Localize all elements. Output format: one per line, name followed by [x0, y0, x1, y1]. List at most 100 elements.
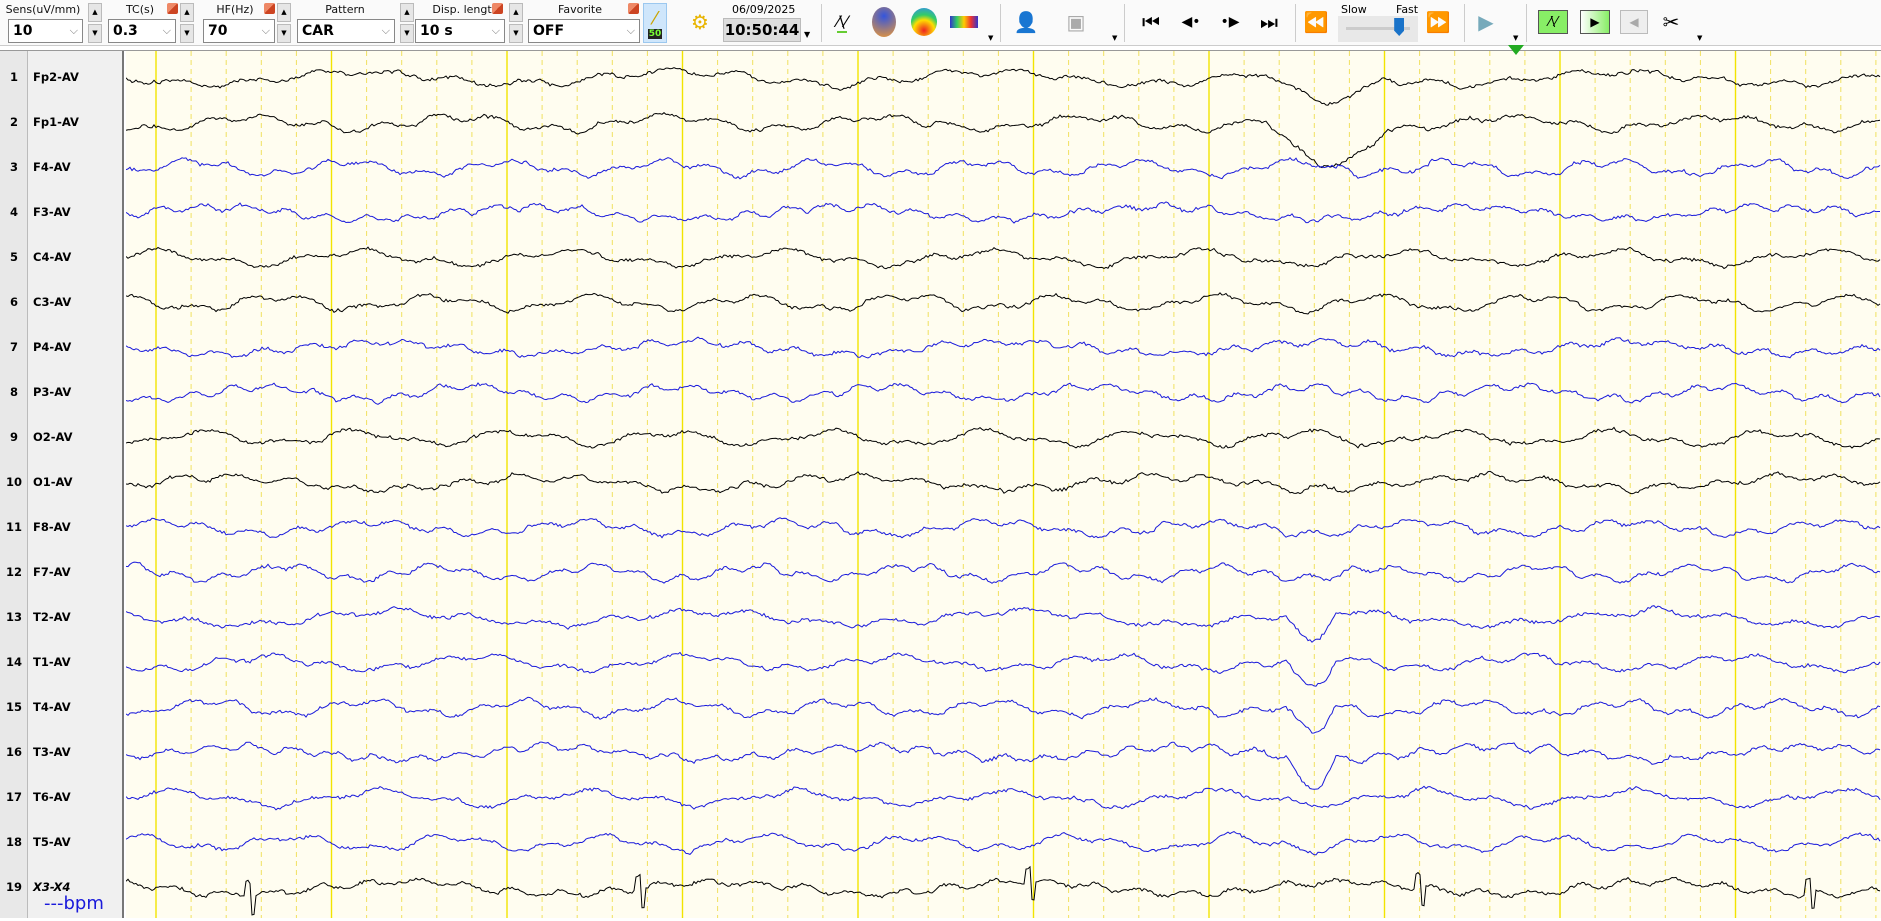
hf-value: 70 — [208, 23, 228, 39]
speed-slider-thumb[interactable] — [1394, 18, 1405, 36]
channel-label-c3-av[interactable]: 6 C3-AV — [0, 295, 124, 311]
channel-label-p4-av[interactable]: 7 P4-AV — [0, 340, 124, 356]
video-icon: ▣ — [1066, 10, 1086, 34]
favorite-label: Favorite — [558, 3, 602, 16]
favorite-select[interactable]: OFF ⌵ — [528, 19, 640, 43]
event-marker-button[interactable]: ⁄\⁄ — [1538, 10, 1568, 34]
sens-label: Sens(uV/mm) — [5, 3, 81, 16]
channel-label-f3-av[interactable]: 4 F3-AV — [0, 205, 124, 221]
tc-select[interactable]: 0.3 ⌵ — [108, 19, 176, 43]
disp-length-stepper[interactable]: ▲ ▼ — [509, 3, 523, 43]
sens-group: Sens(uV/mm) — [4, 2, 82, 18]
chevron-down-icon: ⌵ — [261, 24, 270, 37]
channel-name: P3-AV — [33, 385, 72, 399]
channel-label-fp2-av[interactable]: 1 Fp2-AV — [0, 70, 124, 86]
channel-label-f4-av[interactable]: 3 F4-AV — [0, 160, 124, 176]
edit-hf-icon[interactable] — [264, 3, 275, 14]
channel-label-t6-av[interactable]: 17 T6-AV — [0, 790, 124, 806]
clip-edit-button[interactable]: ✂ — [1655, 6, 1687, 38]
channel-name: T3-AV — [33, 745, 71, 759]
pattern-stepper[interactable]: ▲ ▼ — [400, 3, 414, 43]
trace-p3-av — [125, 382, 1881, 405]
channel-label-t4-av[interactable]: 15 T4-AV — [0, 700, 124, 716]
channel-number: 7 — [9, 340, 18, 354]
time-dropdown-icon[interactable]: ▼ — [804, 30, 810, 39]
trace-t1-av — [125, 651, 1881, 687]
step-forward-button[interactable]: •▶ — [1214, 6, 1246, 38]
channel-name: C4-AV — [33, 250, 72, 264]
waveform-icon: ⁄\⁄ — [1548, 14, 1558, 30]
clip-dropdown-icon[interactable]: ▼ — [1697, 34, 1702, 42]
channel-number: 9 — [9, 430, 18, 444]
channel-label-o2-av[interactable]: 9 O2-AV — [0, 430, 124, 446]
pattern-value: CAR — [302, 23, 334, 39]
sens-stepper[interactable]: ▲ ▼ — [88, 3, 102, 43]
trace-t3-av — [125, 741, 1881, 790]
channel-number: 16 — [5, 745, 22, 759]
channel-label-t5-av[interactable]: 18 T5-AV — [0, 835, 124, 851]
trace-x3-x4 — [125, 865, 1881, 916]
topography-button[interactable] — [908, 6, 940, 38]
edit-disp-length-icon[interactable] — [492, 3, 503, 14]
channel-name: Fp2-AV — [33, 70, 79, 84]
disp-length-select[interactable]: 10 s ⌵ — [415, 19, 505, 43]
chevron-down-icon: ⌵ — [491, 24, 500, 37]
hf-select[interactable]: 70 ⌵ — [203, 19, 275, 43]
eeg-waveform-area[interactable] — [125, 51, 1881, 918]
time-display[interactable]: 10:50:44 — [723, 18, 801, 42]
video-dropdown-icon[interactable]: ▼ — [1112, 34, 1117, 42]
head-map-button[interactable] — [868, 6, 900, 38]
position-marker-icon[interactable] — [1508, 45, 1524, 55]
channel-name: C3-AV — [33, 295, 72, 309]
channel-label-t2-av[interactable]: 13 T2-AV — [0, 610, 124, 626]
play-dropdown-icon[interactable]: ▼ — [1513, 34, 1518, 42]
channel-label-t3-av[interactable]: 16 T3-AV — [0, 745, 124, 761]
play-button[interactable]: ▶ — [1470, 6, 1502, 38]
channel-name: O1-AV — [33, 475, 73, 489]
edit-favorite-icon[interactable] — [628, 3, 639, 14]
notch-filter-button[interactable]: ⁄ 50 — [643, 3, 667, 43]
pattern-label: Pattern — [325, 3, 365, 16]
channel-label-t1-av[interactable]: 14 T1-AV — [0, 655, 124, 671]
channel-name: F3-AV — [33, 205, 71, 219]
channel-number: 17 — [5, 790, 22, 804]
channel-label-f8-av[interactable]: 11 F8-AV — [0, 520, 124, 536]
video-button[interactable]: ▣ — [1060, 6, 1092, 38]
step-back-button[interactable]: ◀• — [1175, 6, 1207, 38]
fast-forward-button[interactable]: ⏩ — [1422, 6, 1454, 38]
analysis-dropdown-icon[interactable]: ▼ — [988, 34, 993, 42]
channel-label-f7-av[interactable]: 12 F7-AV — [0, 565, 124, 581]
pattern-select[interactable]: CAR ⌵ — [297, 19, 395, 43]
go-end-button[interactable]: ⏭ — [1253, 6, 1285, 38]
hf-stepper[interactable]: ▲ ▼ — [277, 3, 291, 43]
next-event-button[interactable]: ▶ — [1580, 10, 1610, 34]
chevron-down-icon: ⌵ — [381, 24, 390, 37]
channel-label-c4-av[interactable]: 5 C4-AV — [0, 250, 124, 266]
spectrogram-icon — [950, 16, 978, 28]
spectrogram-button[interactable] — [948, 6, 980, 38]
go-start-button[interactable]: ⏮ — [1135, 6, 1167, 38]
waveform-marker-button[interactable]: ⁄\⁄ — [826, 6, 858, 38]
rewind-button[interactable]: ⏪ — [1300, 6, 1332, 38]
montage-settings-button[interactable]: ⚙ — [684, 6, 716, 38]
channel-label-o1-av[interactable]: 10 O1-AV — [0, 475, 124, 491]
speed-slider[interactable] — [1338, 16, 1418, 42]
channel-label-fp1-av[interactable]: 2 Fp1-AV — [0, 115, 124, 131]
channel-name: F4-AV — [33, 160, 71, 174]
prev-event-button[interactable]: ◀ — [1620, 10, 1648, 34]
channel-label-p3-av[interactable]: 8 P3-AV — [0, 385, 124, 401]
channel-label-panel: 1 Fp2-AV 2 Fp1-AV 3 F4-AV 4 F3-AV 5 C4-AV 6 C3-AV 7 P… — [0, 51, 124, 918]
play-marker-icon: ▶ — [1590, 15, 1600, 29]
tc-stepper[interactable]: ▲ ▼ — [180, 3, 194, 43]
edit-tc-icon[interactable] — [167, 3, 178, 14]
sens-value: 10 — [13, 23, 33, 39]
step-back-icon: ◀• — [1181, 14, 1201, 30]
channel-name: O2-AV — [33, 430, 73, 444]
sens-select[interactable]: 10 ⌵ — [8, 19, 83, 43]
trace-o2-av — [125, 426, 1881, 449]
filter-icon: ⁄ — [653, 7, 657, 29]
trace-t2-av — [125, 605, 1881, 643]
patient-info-button[interactable]: 👤 — [1010, 6, 1042, 38]
channel-name: T1-AV — [33, 655, 71, 669]
channel-name: T2-AV — [33, 610, 71, 624]
